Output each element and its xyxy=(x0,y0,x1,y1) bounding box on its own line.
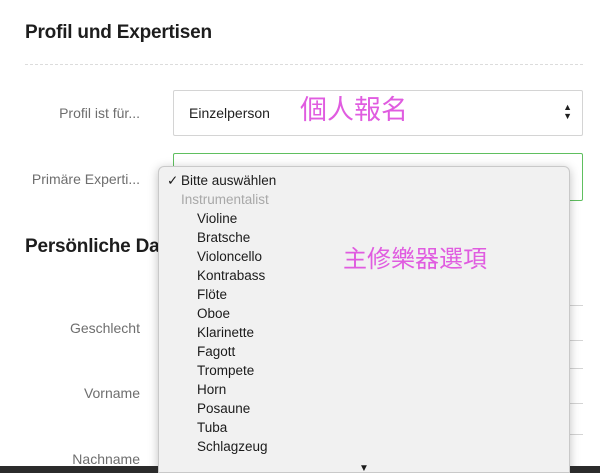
dropdown-option-klarinette[interactable]: Klarinette xyxy=(197,325,254,340)
lastname-label: Nachname xyxy=(72,451,140,467)
dropdown-option-violoncello[interactable]: Violoncello xyxy=(197,249,262,264)
dropdown-option-tuba[interactable]: Tuba xyxy=(197,420,227,435)
dropdown-option-kontrabass[interactable]: Kontrabass xyxy=(197,268,265,283)
checkmark-icon: ✓ xyxy=(167,173,179,188)
dropdown-option-horn[interactable]: Horn xyxy=(197,382,226,397)
dropdown-selected-option[interactable]: ✓ Bitte auswählen xyxy=(167,173,276,189)
primary-expertise-label: Primäre Experti... xyxy=(31,171,140,187)
window-bottom-edge-right xyxy=(570,466,600,473)
firstname-label: Vorname xyxy=(83,385,140,401)
profile-for-label: Profil ist für... xyxy=(59,105,140,121)
personal-section-title: Persönliche Da xyxy=(25,236,160,257)
dropdown-group-label: Instrumentalist xyxy=(181,192,269,207)
annotation-instruments: 主修樂器選項 xyxy=(343,245,487,273)
profile-section-title: Profil und Expertisen xyxy=(25,22,212,43)
dropdown-option-bratsche[interactable]: Bratsche xyxy=(197,230,250,245)
dropdown-option-oboe[interactable]: Oboe xyxy=(197,306,230,321)
gender-label: Geschlecht xyxy=(69,320,140,336)
dropdown-option-fagott[interactable]: Fagott xyxy=(197,344,235,359)
annotation-profile: 個人報名 xyxy=(300,95,408,126)
expertise-dropdown-menu[interactable]: ✓ Bitte auswählen Instrumentalist Violine… xyxy=(158,166,570,473)
profile-for-value: Einzelperson xyxy=(189,105,270,121)
scroll-down-triangle-icon[interactable]: ▼ xyxy=(359,463,369,472)
window-bottom-edge xyxy=(0,466,158,473)
section-divider xyxy=(25,64,583,65)
dropdown-option-posaune[interactable]: Posaune xyxy=(197,401,250,416)
dropdown-option-floete[interactable]: Flöte xyxy=(197,287,227,302)
dropdown-option-schlagzeug[interactable]: Schlagzeug xyxy=(197,439,268,454)
dropdown-selected-label: Bitte auswählen xyxy=(181,173,277,188)
dropdown-option-violine[interactable]: Violine xyxy=(197,211,237,226)
select-arrows-icon: ▲ ▼ xyxy=(563,102,572,121)
dropdown-option-trompete[interactable]: Trompete xyxy=(197,363,254,378)
